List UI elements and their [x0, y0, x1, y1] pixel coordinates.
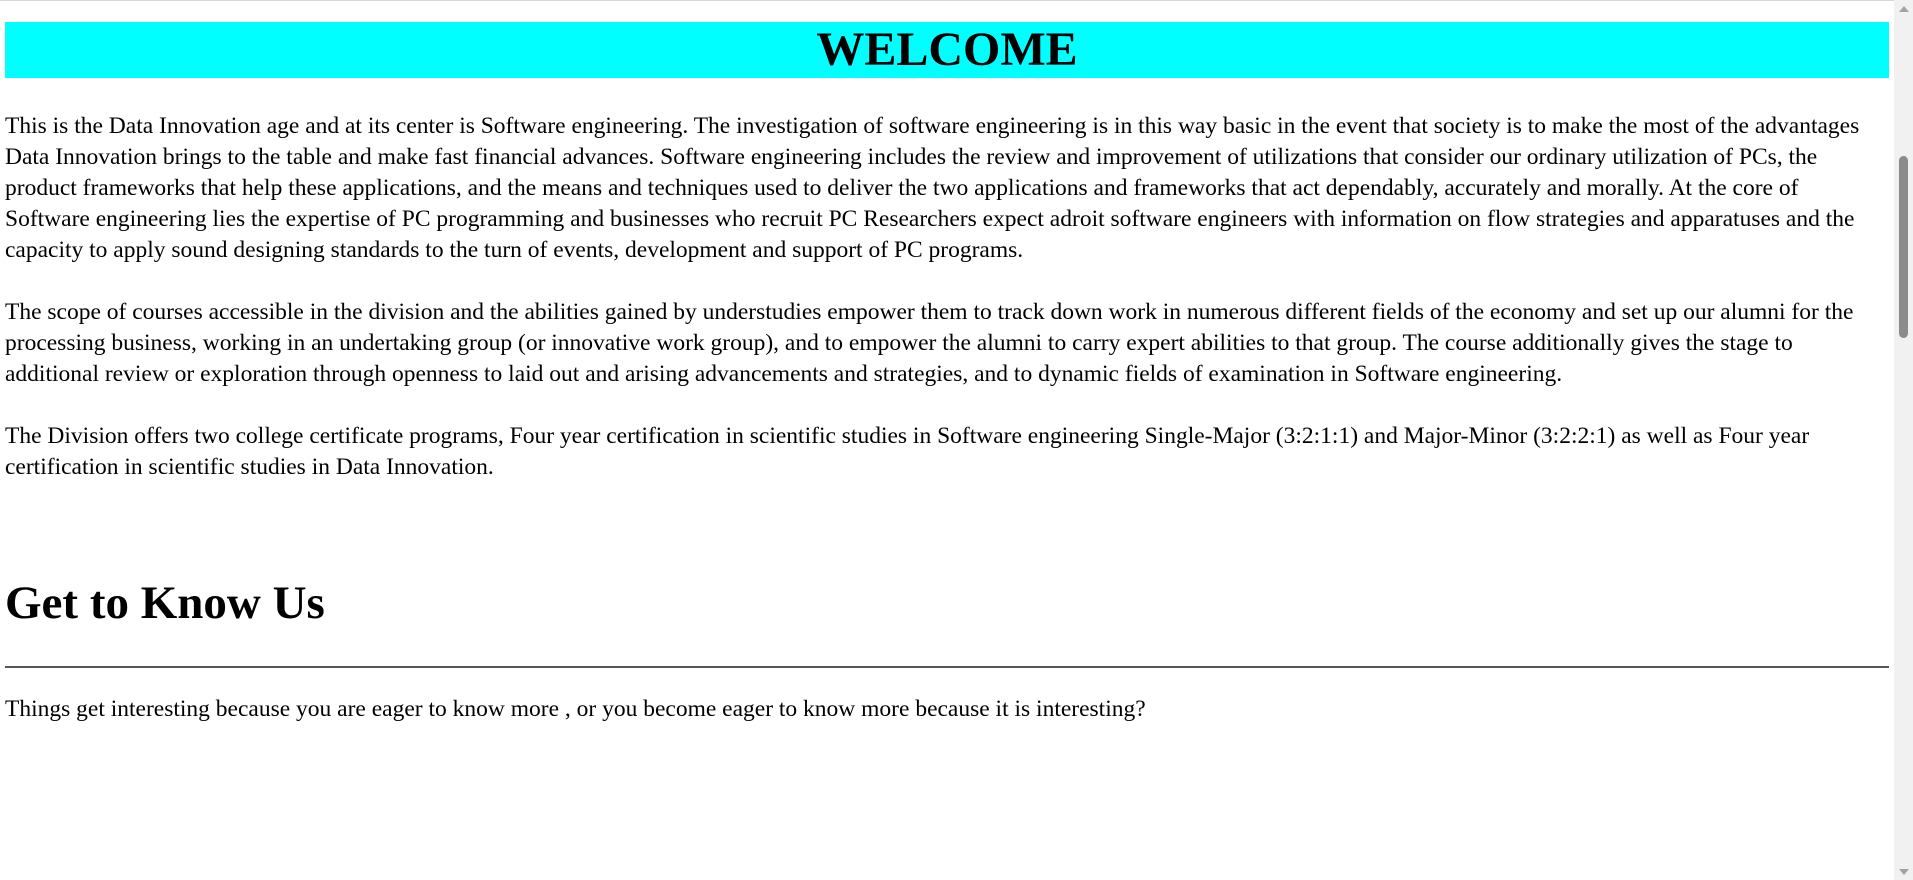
intro-paragraph-1: This is the Data Innovation age and at i… — [5, 113, 1860, 263]
scroll-up-arrow-icon — [1898, 5, 1909, 12]
scroll-down-arrow-icon — [1898, 868, 1909, 875]
intro-paragraph-3: The Division offers two college certific… — [5, 423, 1810, 480]
page-content: WELCOME This is the Data Innovation age … — [0, 22, 1894, 725]
vertical-scrollbar[interactable] — [1894, 0, 1913, 880]
welcome-banner: WELCOME — [5, 22, 1889, 78]
scroll-thumb[interactable] — [1899, 156, 1908, 338]
intro-section: This is the Data Innovation age and at i… — [5, 111, 1889, 483]
welcome-title: WELCOME — [816, 23, 1078, 76]
page: WELCOME This is the Data Innovation age … — [0, 0, 1894, 880]
intro-paragraph-2: The scope of courses accessible in the d… — [5, 299, 1854, 387]
about-tagline: Things get interesting because you are e… — [5, 696, 1146, 722]
about-heading: Get to Know Us — [5, 577, 325, 629]
scroll-down-button[interactable] — [1894, 863, 1913, 880]
scroll-up-button[interactable] — [1894, 0, 1913, 17]
section-divider — [5, 666, 1889, 668]
